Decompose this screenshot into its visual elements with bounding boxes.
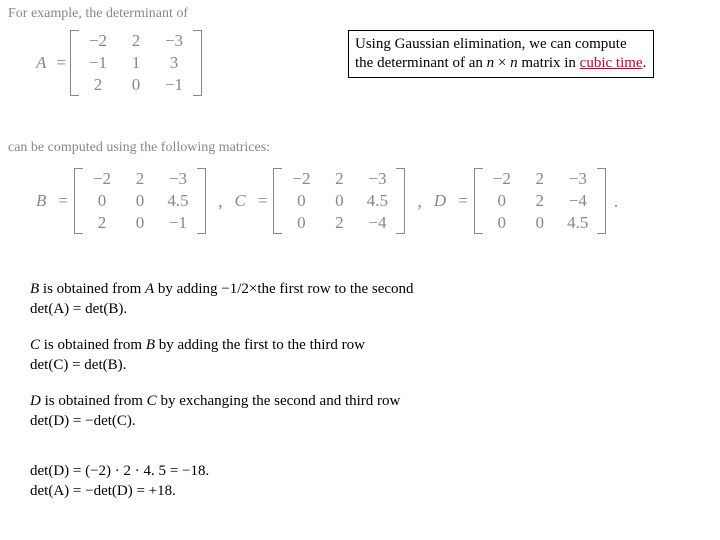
explain-C: C is obtained from B by adding the first… [30, 336, 590, 375]
sub-intro-text: can be computed using the following matr… [8, 140, 270, 156]
matrix-D-name: D [434, 191, 446, 211]
explain-B: B is obtained from A by adding −1/2×the … [30, 280, 590, 319]
explain-final: det(D) = (−2) · 2 · 4. 5 = −18. det(A) =… [30, 462, 590, 501]
explain-D: D is obtained from C by exchanging the s… [30, 392, 590, 431]
matrix-B: −22−3 004.5 20−1 [74, 168, 206, 234]
matrices-BCD-row: B = −22−3 004.5 20−1 , C = −22−3 004.5 0… [36, 168, 618, 234]
matrix-C: −22−3 004.5 02−4 [273, 168, 405, 234]
matrix-A-name: A [36, 53, 46, 73]
matrix-A: −22−3 −113 20−1 [70, 30, 202, 96]
matrix-D: −22−3 02−4 004.5 [474, 168, 606, 234]
intro-text: For example, the determinant of [8, 6, 188, 22]
equals-sign: = [56, 53, 66, 73]
matrix-C-name: C [234, 191, 245, 211]
matrix-A-block: A = −22−3 −113 20−1 [36, 30, 202, 96]
matrix-B-name: B [36, 191, 46, 211]
note-box: Using Gaussian elimination, we can compu… [348, 30, 654, 78]
cubic-time-link: cubic time [580, 55, 643, 71]
